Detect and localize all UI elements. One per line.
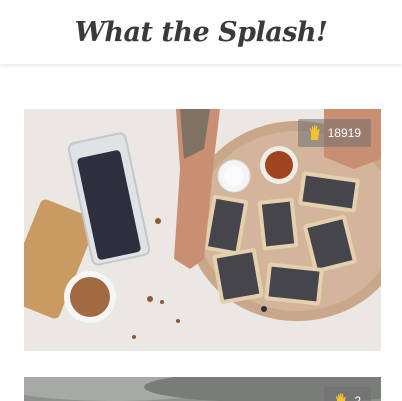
raised-hand-icon [336,393,346,401]
photo-card[interactable]: 2 [24,377,381,401]
likes-badge[interactable]: 2 [324,387,371,401]
photo-card[interactable]: 18919 [24,109,381,351]
app-title[interactable]: What the Splash! [75,17,328,48]
raised-hand-icon [309,125,320,140]
likes-count: 18919 [327,126,361,140]
app-header: What the Splash! [0,0,402,64]
likes-count: 2 [354,394,361,401]
likes-badge[interactable]: 18919 [297,119,371,147]
photo-feed: 18919 2 [24,109,381,401]
